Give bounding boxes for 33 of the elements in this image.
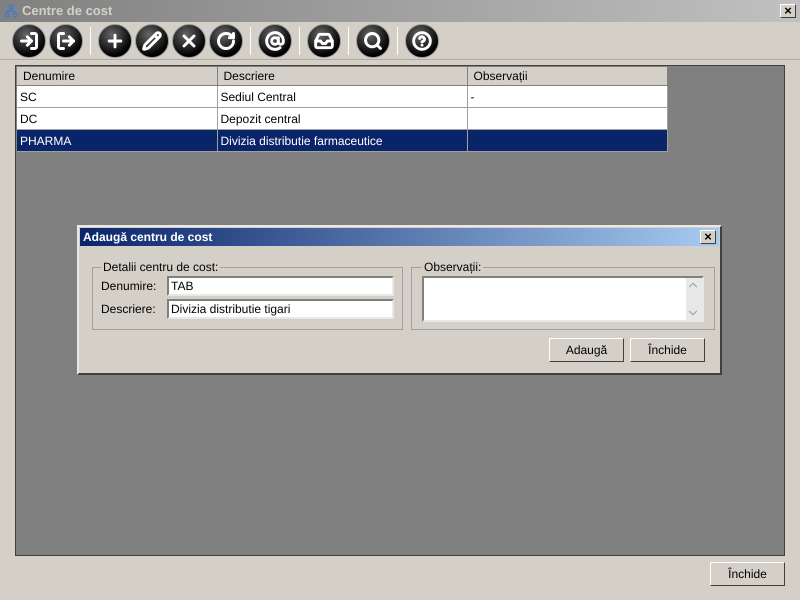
column-header[interactable]: Denumire xyxy=(17,67,217,86)
at-sign-icon[interactable] xyxy=(258,24,292,58)
table-row[interactable]: DC Depozit central xyxy=(17,108,667,130)
column-header[interactable]: Observații xyxy=(467,67,667,86)
window-title: Centre de cost xyxy=(22,2,114,20)
column-header[interactable]: Descriere xyxy=(217,67,467,86)
network-icon xyxy=(4,4,18,18)
close-button[interactable]: Închide xyxy=(710,562,785,586)
dialog-button[interactable]: Închide xyxy=(630,338,705,362)
table-row[interactable]: PHARMA Divizia distributie farmaceutice xyxy=(17,130,667,152)
table-row[interactable]: SC Sediul Central - xyxy=(17,86,667,108)
help-icon[interactable] xyxy=(405,24,439,58)
refresh-icon[interactable] xyxy=(209,24,243,58)
close-button[interactable]: × xyxy=(700,230,716,244)
tray-icon[interactable] xyxy=(307,24,341,58)
group-title: Detalii centru de cost: xyxy=(102,259,220,276)
logout-icon[interactable] xyxy=(49,24,83,58)
field-label: Denumire: xyxy=(101,278,158,295)
login-icon[interactable] xyxy=(12,24,46,58)
close-button[interactable]: × xyxy=(780,4,796,18)
group-title: Observații: xyxy=(423,259,482,276)
search-icon[interactable] xyxy=(356,24,390,58)
dialog-button[interactable]: Adaugă xyxy=(549,338,624,362)
text-field[interactable]: TAB xyxy=(167,276,394,296)
pencil-icon[interactable] xyxy=(135,24,169,58)
table-cell: PHARMA xyxy=(17,130,217,152)
plus-icon[interactable] xyxy=(98,24,132,58)
close-icon[interactable] xyxy=(172,24,206,58)
text-field[interactable]: Divizia distributie tigari xyxy=(167,299,394,319)
field-label: Descriere: xyxy=(101,301,157,318)
dialog-title: Adaugă centru de cost xyxy=(83,229,214,246)
notes-field[interactable] xyxy=(422,276,704,322)
table-cell: Divizia distributie farmaceutice xyxy=(217,130,467,152)
